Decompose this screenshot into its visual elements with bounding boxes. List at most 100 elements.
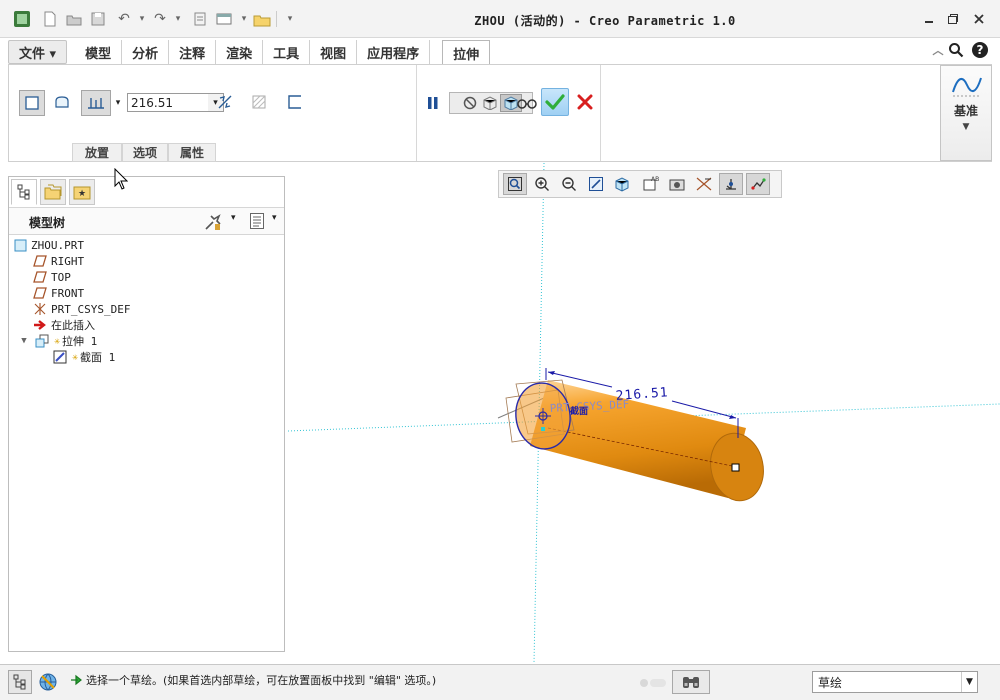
repaint-icon[interactable]	[584, 173, 608, 195]
graphics-toolbar: AB	[498, 170, 782, 198]
datum-display-filters-icon[interactable]	[692, 173, 716, 195]
tree-item-extrude[interactable]: ▼ ✳ 拉伸 1	[17, 333, 97, 349]
tree-item-insert-here[interactable]: 在此插入	[33, 317, 95, 333]
svg-text:?: ?	[977, 43, 984, 57]
extrude-as-surface-button[interactable]	[49, 90, 75, 116]
saved-orientations-icon[interactable]: AB	[638, 173, 662, 195]
tab-extrude[interactable]: 拉伸	[442, 40, 491, 65]
depth-value-input[interactable]: 216.51	[127, 93, 209, 112]
placement-panel-tab[interactable]: 放置	[72, 143, 122, 162]
verify-mode-icon[interactable]	[515, 91, 539, 115]
tree-item-part[interactable]: ZHOU.PRT	[13, 237, 84, 253]
tree-item-label: PRT_CSYS_DEF	[51, 302, 131, 316]
datum-icon	[951, 72, 983, 98]
depth-drag-handle[interactable]	[731, 463, 740, 472]
tab-annotate[interactable]: 注释	[169, 40, 217, 64]
thicken-sketch-icon[interactable]	[283, 90, 307, 114]
collapse-ribbon-icon[interactable]: ︿	[928, 40, 948, 60]
regen-indicator-light	[640, 679, 648, 687]
svg-text:AB: AB	[651, 176, 659, 183]
datum-plane-icon	[33, 254, 47, 268]
spin-center-icon[interactable]	[719, 173, 743, 195]
folder-browser-tab[interactable]	[40, 179, 66, 205]
navigator-panel: ★ 模型树 ▾ ▾ ZHOU.PRT RIGHT TOP FRONT PRT_C…	[8, 176, 285, 652]
datum-label: 基准	[953, 104, 978, 118]
tab-analysis[interactable]: 分析	[122, 40, 170, 64]
selection-filter-select[interactable]: 草绘 ▼	[812, 671, 978, 693]
help-icon[interactable]: ?	[970, 40, 990, 60]
favorites-tab[interactable]: ★	[69, 179, 95, 205]
datum-group[interactable]: 基准 ▼	[940, 65, 992, 161]
restore-icon[interactable]	[944, 10, 962, 28]
tab-applications[interactable]: 应用程序	[357, 40, 431, 64]
remove-material-icon[interactable]	[247, 90, 271, 114]
depth-drag-handle-start[interactable]	[541, 427, 545, 431]
tab-render[interactable]: 渲染	[216, 40, 264, 64]
pause-icon[interactable]	[423, 91, 443, 115]
tree-item-csys[interactable]: PRT_CSYS_DEF	[33, 301, 130, 317]
show-options-icon[interactable]	[249, 212, 267, 232]
extrude-as-solid-button[interactable]	[19, 90, 45, 116]
graphics-area[interactable]: PRT_CSYS_DEF 截面 216.51	[287, 162, 1000, 664]
options-panel-tab[interactable]: 选项	[122, 143, 168, 162]
tab-view[interactable]: 视图	[310, 40, 358, 64]
depth-blind-button[interactable]	[81, 90, 111, 116]
message-arrow-icon	[70, 673, 84, 687]
tree-item-label: FRONT	[51, 286, 85, 300]
model-tree-tab[interactable]	[11, 179, 37, 205]
flip-direction-icon[interactable]	[213, 90, 237, 114]
expand-arrow-icon[interactable]: ▼	[17, 334, 31, 348]
confirm-button[interactable]	[541, 88, 569, 116]
toggle-browser-button[interactable]	[36, 670, 60, 694]
status-bar: 选择一个草绘。(如果首选内部草绘，可在放置面板中找到 "编辑" 选项。) 草绘 …	[0, 664, 1000, 700]
view-manager-icon[interactable]	[665, 173, 689, 195]
insert-arrow-icon	[33, 318, 47, 332]
depth-dimension-text[interactable]: 216.51	[615, 385, 669, 404]
active-feature-icon: ✳	[71, 351, 79, 363]
datum-plane-icon	[33, 286, 47, 300]
datum-plane-icon	[33, 270, 47, 284]
tree-settings-dropdown-icon[interactable]: ▾	[231, 213, 236, 223]
tree-item-label: ZHOU.PRT	[31, 238, 84, 252]
section-tag: 截面	[570, 405, 588, 417]
display-style-icon[interactable]	[611, 173, 635, 195]
ribbon-separator	[600, 65, 601, 161]
zoom-in-icon[interactable]	[530, 173, 554, 195]
tab-tools[interactable]: 工具	[263, 40, 311, 64]
tree-item-section[interactable]: ✳ 截面 1	[53, 349, 115, 365]
tree-item-label: 截面 1	[80, 351, 116, 364]
refit-icon[interactable]	[503, 173, 527, 195]
chevron-down-icon[interactable]: ▼	[961, 672, 977, 692]
search-icon[interactable]	[946, 40, 966, 60]
no-preview-icon[interactable]	[460, 96, 480, 110]
annotation-display-icon[interactable]	[746, 173, 770, 195]
status-message: 选择一个草绘。(如果首选内部草绘，可在放置面板中找到 "编辑" 选项。)	[86, 674, 437, 687]
tree-item-front[interactable]: FRONT	[33, 285, 84, 301]
ribbon-panel: ▾ 216.51 ▾ 放置 选项 属性 基准 ▼	[8, 64, 992, 162]
properties-panel-tab[interactable]: 属性	[168, 143, 216, 162]
tree-item-label: 在此插入	[51, 319, 95, 332]
tree-item-label: RIGHT	[51, 254, 85, 268]
part-icon	[13, 238, 27, 252]
close-icon[interactable]	[970, 10, 988, 28]
depth-type-dropdown-icon[interactable]: ▾	[111, 90, 125, 116]
window-title: ZHOU (活动的) - Creo Parametric 1.0	[474, 14, 736, 28]
tab-model[interactable]: 模型	[75, 40, 123, 64]
regen-indicator-track	[650, 679, 666, 687]
find-button[interactable]	[672, 670, 710, 694]
mouse-cursor-icon	[114, 167, 130, 190]
toggle-navigator-button[interactable]	[8, 670, 32, 694]
geometry-preview-icon[interactable]	[480, 96, 500, 110]
tab-file[interactable]: 文件 ▾	[8, 40, 68, 64]
tree-item-label: 拉伸 1	[62, 335, 98, 348]
tree-settings-icon[interactable]	[203, 212, 223, 232]
ribbon-tabs: 文件 ▾ 模型 分析 注释 渲染 工具 视图 应用程序 拉伸	[8, 40, 491, 65]
tree-item-right[interactable]: RIGHT	[33, 253, 84, 269]
svg-text:★: ★	[78, 189, 86, 199]
minimize-icon[interactable]	[920, 10, 938, 28]
cancel-button[interactable]	[573, 90, 597, 114]
tree-item-top[interactable]: TOP	[33, 269, 71, 285]
active-feature-icon: ✳	[53, 335, 61, 347]
zoom-out-icon[interactable]	[557, 173, 581, 195]
show-options-dropdown-icon[interactable]: ▾	[272, 213, 277, 223]
